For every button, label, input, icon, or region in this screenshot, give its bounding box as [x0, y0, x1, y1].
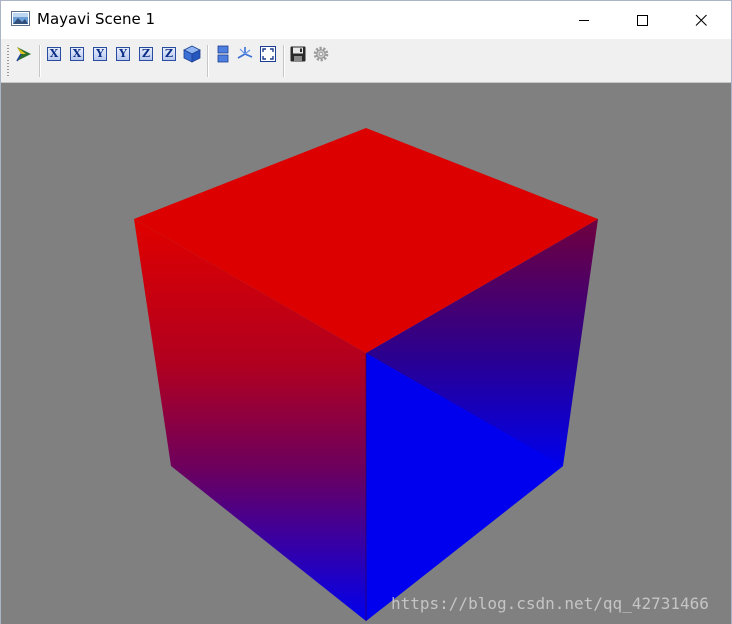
isometric-view-icon — [183, 45, 201, 63]
view-z-negative-button[interactable]: Z — [159, 44, 179, 64]
save-button[interactable] — [288, 44, 308, 64]
view-x-negative-button[interactable]: X — [67, 44, 87, 64]
view-z-positive-button[interactable]: Z — [136, 44, 156, 64]
view-z-positive-icon: Z — [139, 47, 153, 61]
window-title: Mayavi Scene 1 — [37, 10, 156, 28]
toolbar-grip[interactable] — [7, 45, 9, 77]
view-y-positive-icon: Y — [93, 47, 107, 61]
save-icon — [290, 46, 306, 62]
minimize-icon — [579, 20, 589, 21]
watermark-text: https://blog.csdn.net/qq_42731466 — [391, 594, 709, 613]
minimize-button[interactable] — [561, 1, 607, 39]
toolbar-separator — [207, 45, 208, 77]
parallel-projection-icon — [217, 45, 229, 63]
scene-toolbar: X X Y Y Z Z — [1, 39, 731, 83]
toggle-axes-button[interactable] — [235, 44, 255, 64]
view-x-negative-icon: X — [70, 47, 84, 61]
mayavi-pipeline-icon — [16, 47, 31, 62]
close-button[interactable] — [678, 1, 724, 39]
view-x-positive-button[interactable]: X — [44, 44, 64, 64]
settings-button[interactable] — [311, 44, 331, 64]
mayavi-window: Mayavi Scene 1 X X Y Y Z Z https://blog.… — [0, 0, 732, 624]
maximize-icon — [637, 15, 648, 26]
close-icon — [695, 14, 707, 26]
cube-render — [134, 128, 598, 621]
parallel-projection-button[interactable] — [213, 44, 233, 64]
toggle-axes-icon — [237, 47, 253, 59]
view-y-negative-button[interactable]: Y — [113, 44, 133, 64]
settings-icon — [313, 46, 329, 62]
full-screen-icon — [260, 46, 276, 62]
view-y-positive-button[interactable]: Y — [90, 44, 110, 64]
maximize-button[interactable] — [619, 1, 665, 39]
full-screen-button[interactable] — [258, 44, 278, 64]
toolbar-separator — [39, 45, 40, 77]
scene-image-icon — [11, 11, 30, 26]
title-bar[interactable]: Mayavi Scene 1 — [1, 1, 731, 39]
view-y-negative-icon: Y — [116, 47, 130, 61]
scene-viewport[interactable]: https://blog.csdn.net/qq_42731466 — [1, 83, 731, 624]
isometric-view-button[interactable] — [182, 44, 202, 64]
toolbar-separator — [283, 45, 284, 77]
view-x-positive-icon: X — [47, 47, 61, 61]
view-z-negative-icon: Z — [162, 47, 176, 61]
mayavi-pipeline-button[interactable] — [14, 44, 34, 64]
